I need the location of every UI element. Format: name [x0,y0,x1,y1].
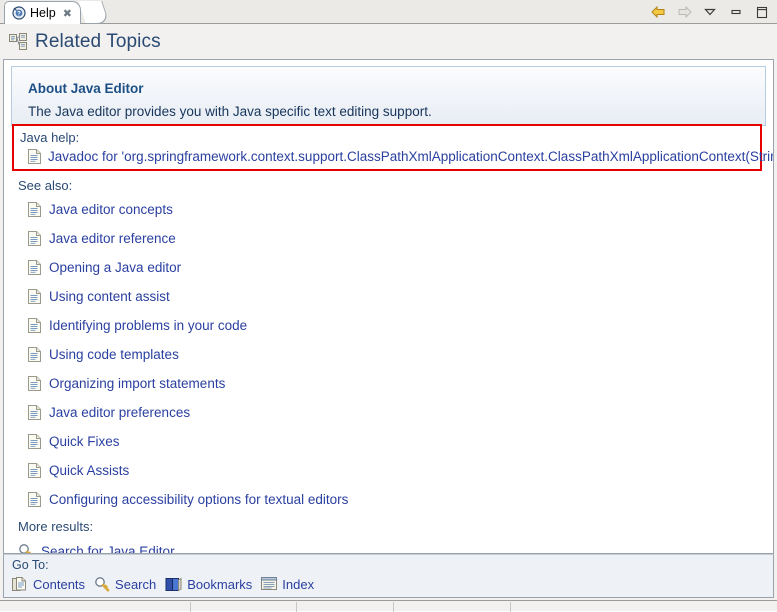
back-button[interactable] [649,3,667,21]
list-item-label: Java editor concepts [49,202,173,217]
index-icon [261,577,278,591]
document-icon [28,149,41,164]
go-to-links: Contents Search Bookmarks Index [12,576,314,592]
list-item-label: Quick Fixes [49,434,120,449]
bookmarks-icon [165,577,182,592]
go-to-bar: Go To: Contents Search Bookmarks Index [3,554,774,598]
go-to-contents[interactable]: Contents [12,576,86,592]
list-item-label: Identifying problems in your code [49,318,248,333]
document-icon [28,376,41,391]
maximize-button[interactable] [753,3,771,21]
tab-label: Help [30,6,56,20]
go-to-contents-label: Contents [33,576,86,592]
java-help-highlight-box: Java help: Javadoc for 'org.springframew… [12,124,773,171]
tab-help[interactable]: ? Help ✖ [4,1,81,24]
forward-button [675,3,693,21]
search-icon [18,543,34,553]
list-item[interactable]: Java editor preferences [28,405,190,420]
view-menu-button[interactable] [701,3,719,21]
javadoc-link-label: Javadoc for 'org.springframework.context… [48,149,774,164]
list-item-label: Using code templates [49,347,179,362]
list-item-label: Java editor preferences [49,405,191,420]
list-item[interactable]: Using code templates [28,347,179,362]
go-to-bookmarks-label: Bookmarks [187,576,253,592]
list-item[interactable]: Quick Assists [28,463,129,478]
about-panel: About Java Editor The Java editor provid… [11,66,766,126]
list-item[interactable]: Opening a Java editor [28,260,181,275]
help-icon: ? [12,6,26,20]
document-icon [28,434,41,449]
document-icon [28,202,41,217]
related-topics-icon [9,33,28,51]
list-item[interactable]: Quick Fixes [28,434,120,449]
list-item[interactable]: Java editor concepts [28,202,173,217]
list-item[interactable]: Identifying problems in your code [28,318,247,333]
about-description: The Java editor provides you with Java s… [28,104,432,119]
contents-icon [12,576,28,592]
list-item-label: Using content assist [49,289,170,304]
list-item[interactable]: Using content assist [28,289,170,304]
document-icon [28,318,41,333]
go-to-index-label: Index [282,576,315,592]
go-to-bookmarks[interactable]: Bookmarks [165,577,252,592]
tab-trailing-shape [78,1,110,24]
list-item[interactable]: Organizing import statements [28,376,225,391]
search-for-link[interactable]: Search for Java Editor [18,543,175,554]
see-also-label: See also: [18,178,73,193]
document-icon [28,492,41,507]
javadoc-link[interactable]: Javadoc for 'org.springframework.context… [28,149,774,164]
page-title-bar: Related Topics [0,25,777,59]
search-icon [94,576,110,592]
minimize-button[interactable] [727,3,745,21]
document-icon [28,260,41,275]
list-item-label: Quick Assists [49,463,130,478]
list-item-label: Opening a Java editor [49,260,182,275]
search-for-link-label: Search for Java Editor [41,543,175,554]
page-title: Related Topics [35,31,161,52]
view-tab-bar: ? Help ✖ [0,0,777,24]
document-icon [28,289,41,304]
status-bar [0,600,777,612]
document-icon [28,463,41,478]
list-item-label: Configuring accessibility options for te… [49,492,349,507]
view-toolbar [649,2,771,22]
go-to-label: Go To: [12,558,49,572]
go-to-search-label: Search [115,576,157,592]
go-to-search[interactable]: Search [94,576,156,592]
more-results-label: More results: [18,519,94,534]
document-icon [28,405,41,420]
list-item[interactable]: Configuring accessibility options for te… [28,492,348,507]
document-icon [28,347,41,362]
go-to-index[interactable]: Index [261,577,314,592]
close-icon[interactable]: ✖ [63,8,72,19]
document-icon [28,231,41,246]
svg-text:?: ? [17,12,21,18]
list-item-label: Organizing import statements [49,376,226,391]
java-help-label: Java help: [20,130,80,145]
help-view-window: ? Help ✖ Related Topics About Java Edito… [0,0,777,612]
about-heading: About Java Editor [28,81,144,96]
help-content-frame: About Java Editor The Java editor provid… [3,59,774,554]
list-item[interactable]: Java editor reference [28,231,176,246]
list-item-label: Java editor reference [49,231,176,246]
